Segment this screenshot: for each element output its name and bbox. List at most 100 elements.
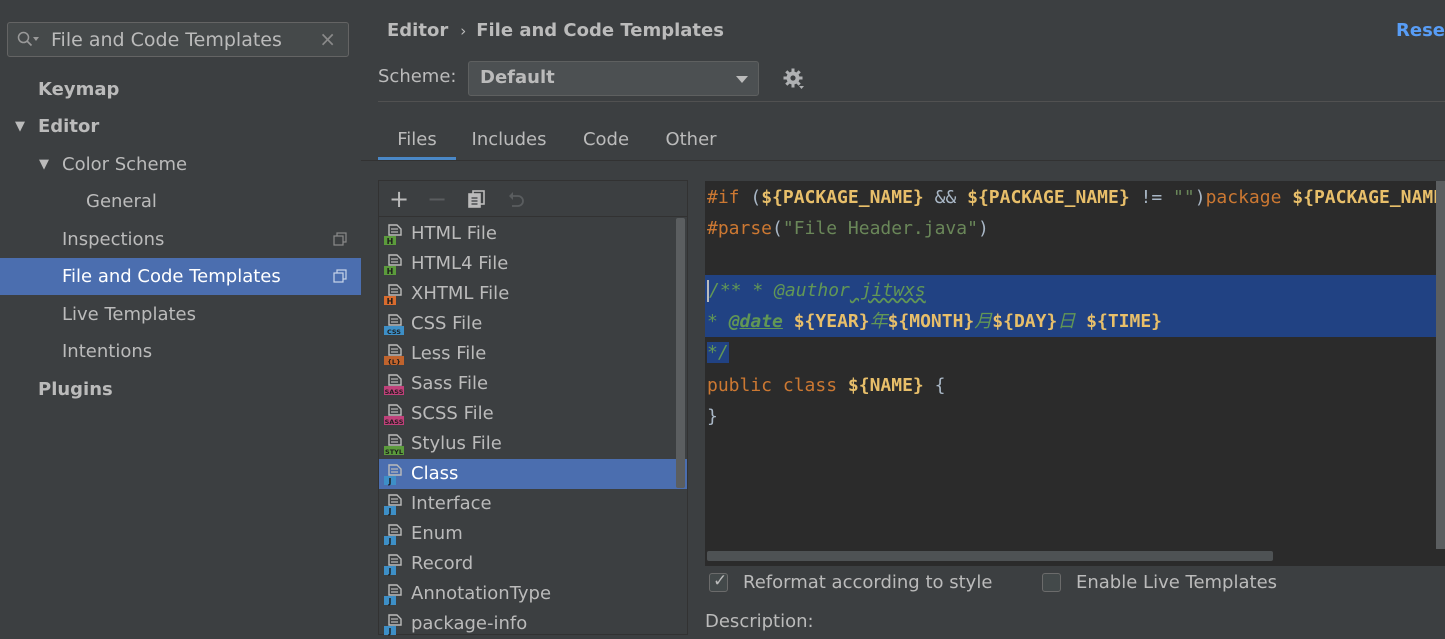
file-type-icon: J bbox=[384, 584, 402, 606]
svg-text:CSS: CSS bbox=[387, 328, 401, 336]
project-scope-icon bbox=[333, 232, 347, 246]
template-list-item[interactable]: {L} Less File bbox=[379, 339, 687, 369]
template-list-item[interactable]: CSS CSS File bbox=[379, 309, 687, 339]
file-type-icon: J bbox=[384, 614, 402, 636]
sidebar-item-live-templates[interactable]: Live Templates bbox=[0, 296, 361, 333]
code-token: ${YEAR} bbox=[793, 311, 870, 332]
code-token: ${PACKAGE_NAME} bbox=[967, 187, 1130, 208]
sidebar-item-label: General bbox=[86, 191, 157, 212]
code-token: ${NAME} bbox=[847, 375, 924, 396]
code-token: class bbox=[782, 375, 848, 396]
svg-text:H: H bbox=[387, 297, 394, 306]
checkbox-box[interactable]: ✓ bbox=[709, 571, 728, 592]
template-list-item-label: HTML4 File bbox=[411, 253, 509, 274]
code-token: ( bbox=[772, 218, 783, 239]
svg-text:SASS: SASS bbox=[385, 388, 404, 396]
template-code-editor[interactable]: #if (${PACKAGE_NAME} && ${PACKAGE_NAME} … bbox=[705, 181, 1445, 566]
file-type-icon: {L} bbox=[384, 344, 404, 366]
reset-link[interactable]: Rese bbox=[1396, 20, 1445, 41]
code-line: * @date ${YEAR}年${MONTH}月${DAY}日 ${TIME} bbox=[705, 306, 1445, 337]
sidebar-item-inspections[interactable]: Inspections bbox=[0, 221, 361, 258]
settings-search-box[interactable]: × bbox=[7, 22, 349, 57]
template-list-item-label: Less File bbox=[411, 343, 487, 364]
sidebar-item-intentions[interactable]: Intentions bbox=[0, 333, 361, 370]
checkbox-box[interactable] bbox=[1042, 573, 1061, 592]
clear-search-icon[interactable]: × bbox=[319, 28, 336, 50]
search-history-chevron-icon[interactable] bbox=[33, 37, 39, 41]
gear-icon[interactable] bbox=[783, 68, 805, 90]
expanded-triangle-icon[interactable]: ▼ bbox=[15, 108, 25, 145]
svg-text:SASS: SASS bbox=[385, 418, 404, 426]
settings-search-input[interactable] bbox=[51, 28, 311, 52]
add-template-button[interactable]: + bbox=[388, 187, 410, 211]
template-list-item[interactable]: SASS SCSS File bbox=[379, 399, 687, 429]
reformat-checkbox-label: Reformat according to style bbox=[743, 572, 993, 593]
code-token: 月 bbox=[974, 311, 993, 332]
template-list-item[interactable]: J Interface bbox=[379, 489, 687, 519]
file-type-icon: SASS bbox=[384, 374, 404, 396]
template-list-toolbar: + − bbox=[379, 181, 687, 217]
breadcrumb-separator: › bbox=[460, 22, 467, 40]
template-list-item[interactable]: SASS Sass File bbox=[379, 369, 687, 399]
scheme-dropdown[interactable]: Default bbox=[468, 61, 759, 96]
template-list-item-label: SCSS File bbox=[411, 403, 494, 424]
code-token: != bbox=[1129, 187, 1174, 208]
sidebar-item-plugins[interactable]: Plugins bbox=[0, 371, 361, 408]
code-token: jitwxs bbox=[849, 280, 926, 301]
breadcrumb-parent[interactable]: Editor bbox=[387, 20, 448, 41]
file-type-icon: SASS bbox=[384, 404, 404, 426]
code-token: "File Header.java" bbox=[782, 218, 978, 239]
list-scrollbar[interactable] bbox=[676, 218, 685, 488]
template-list-item-label: Enum bbox=[411, 523, 463, 544]
code-token: package bbox=[1205, 187, 1293, 208]
template-list-item[interactable]: H HTML4 File bbox=[379, 249, 687, 279]
file-type-icon: H bbox=[384, 254, 402, 276]
expanded-triangle-icon[interactable]: ▼ bbox=[39, 146, 49, 183]
template-list-item[interactable]: J AnnotationType bbox=[379, 579, 687, 609]
template-list-item[interactable]: H XHTML File bbox=[379, 279, 687, 309]
code-token: ${TIME} bbox=[1086, 311, 1163, 332]
code-token: 年 bbox=[869, 311, 888, 332]
code-line: } bbox=[705, 401, 1445, 432]
tab-includes[interactable]: Includes bbox=[462, 122, 556, 160]
tab-other[interactable]: Other bbox=[654, 122, 728, 160]
template-list-item[interactable]: J Record bbox=[379, 549, 687, 579]
tab-code[interactable]: Code bbox=[572, 122, 640, 160]
code-token: "" bbox=[1173, 187, 1195, 208]
code-line: #parse("File Header.java") bbox=[705, 213, 1445, 244]
reset-template-icon[interactable] bbox=[506, 189, 526, 209]
code-line: #if (${PACKAGE_NAME} && ${PACKAGE_NAME} … bbox=[705, 182, 1445, 213]
template-list-item[interactable]: J Enum bbox=[379, 519, 687, 549]
copy-template-icon[interactable] bbox=[467, 189, 487, 209]
editor-vertical-scrollbar[interactable] bbox=[1436, 181, 1445, 549]
sidebar-item-file-and-code-templates[interactable]: File and Code Templates bbox=[0, 258, 361, 295]
code-token: #if bbox=[707, 187, 740, 208]
template-list-item[interactable]: H HTML File bbox=[379, 219, 687, 249]
file-type-icon: STYL bbox=[384, 434, 404, 456]
template-list-item-label: Record bbox=[411, 553, 474, 574]
sidebar-item-label: Plugins bbox=[38, 379, 113, 400]
checkmark-icon: ✓ bbox=[713, 571, 728, 591]
file-type-icon: J bbox=[384, 464, 402, 486]
sidebar-item-editor[interactable]: ▼ Editor bbox=[0, 108, 361, 145]
remove-template-button[interactable]: − bbox=[426, 187, 448, 211]
sidebar-item-color-scheme[interactable]: ▼ Color Scheme bbox=[0, 146, 361, 183]
tab-files[interactable]: Files bbox=[378, 122, 456, 160]
code-token: ${MONTH} bbox=[887, 311, 975, 332]
svg-text:STYL: STYL bbox=[385, 448, 403, 456]
file-type-icon: J bbox=[384, 494, 402, 516]
breadcrumb-current: File and Code Templates bbox=[476, 20, 724, 41]
svg-text:J: J bbox=[388, 597, 392, 606]
code-line: public class ${NAME} { bbox=[705, 370, 1445, 401]
sidebar-item-keymap[interactable]: Keymap bbox=[0, 71, 361, 108]
svg-text:J: J bbox=[388, 537, 392, 546]
description-label: Description: bbox=[705, 611, 814, 632]
sidebar-item-general[interactable]: General bbox=[0, 183, 361, 220]
sidebar-item-label: Color Scheme bbox=[62, 154, 188, 175]
code-line: /** * @author jitwxs bbox=[705, 275, 1445, 306]
editor-horizontal-scrollbar[interactable] bbox=[707, 551, 1273, 561]
code-line: */ bbox=[705, 337, 1445, 368]
template-list-item[interactable]: STYL Stylus File bbox=[379, 429, 687, 459]
template-list-item[interactable]: J Class bbox=[379, 459, 687, 489]
